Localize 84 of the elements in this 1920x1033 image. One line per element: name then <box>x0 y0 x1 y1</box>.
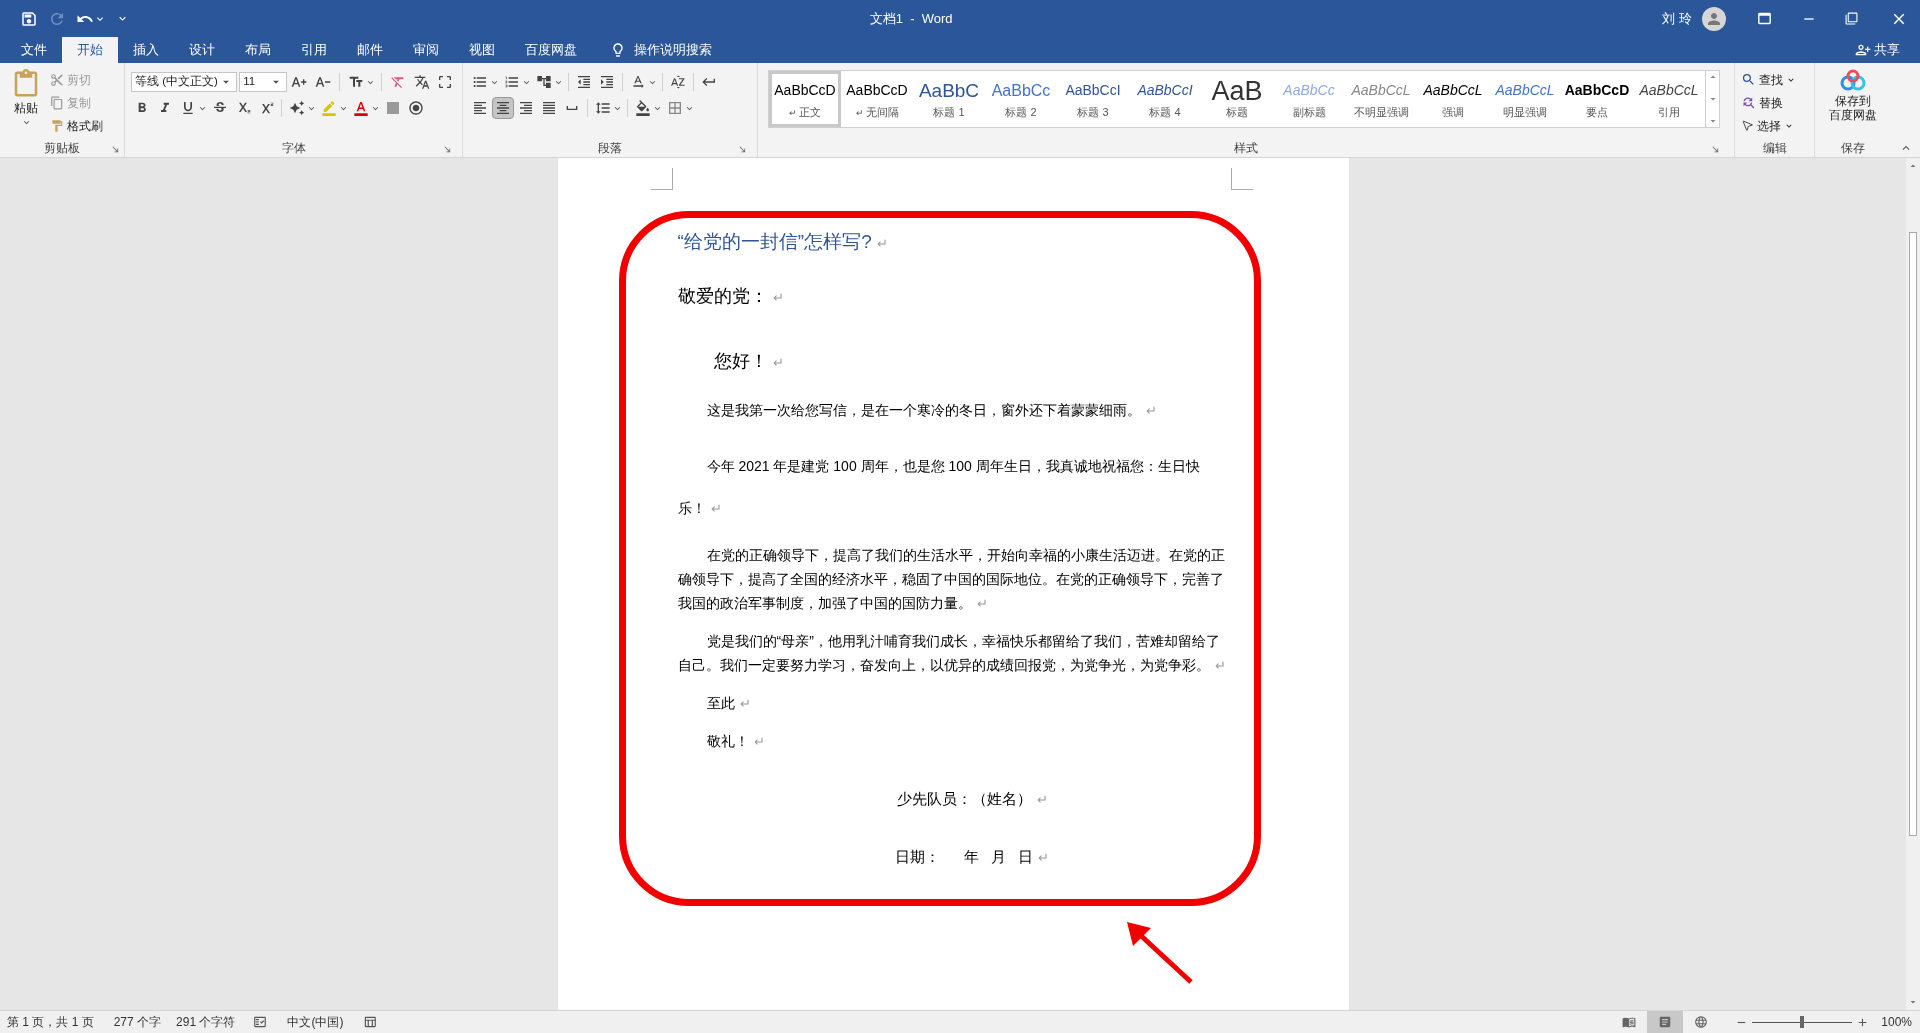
style-item[interactable]: AaBbCcD 要点 <box>1561 71 1633 127</box>
add-person-icon[interactable] <box>1855 42 1871 58</box>
style-item[interactable]: AaB 标题 <box>1201 71 1273 127</box>
ribbon-tab[interactable]: 百度网盘 <box>510 37 592 63</box>
proofing-icon[interactable] <box>253 1015 268 1029</box>
avatar-icon[interactable] <box>1702 6 1726 31</box>
share-button[interactable]: 共享 <box>1855 37 1900 63</box>
replace-icon[interactable] <box>1741 95 1756 110</box>
pointer-icon[interactable] <box>1741 119 1754 132</box>
style-item[interactable]: AaBbCcL 强调 <box>1417 71 1489 127</box>
document-paragraph: 至此 ↵ <box>705 694 752 713</box>
format-painter-button[interactable]: 格式刷 <box>50 115 103 136</box>
tell-me-search[interactable]: 操作说明搜索 <box>634 40 712 60</box>
replace-button[interactable]: 替换 <box>1741 92 1808 113</box>
style-item[interactable]: AaBbCcI 标题 3 <box>1057 71 1129 127</box>
dialog-launcher-icon[interactable] <box>1711 145 1720 154</box>
document-paragraph: 少先队员：（姓名） ↵ <box>895 790 1049 809</box>
page-icon[interactable] <box>1647 1011 1684 1033</box>
word-count[interactable]: 277 个字 <box>113 1013 162 1031</box>
style-item[interactable]: AaBbCcD ↵ 正文 <box>769 71 841 127</box>
group-label: 段落 <box>598 140 622 157</box>
save-icon[interactable] <box>20 9 38 28</box>
document-paragraph: “给党的一封信”怎样写? ↵ <box>677 230 889 254</box>
group-label: 剪贴板 <box>44 140 80 157</box>
ribbon-tab[interactable]: 开始 <box>62 37 118 63</box>
ribbon-tab[interactable]: 布局 <box>230 37 286 63</box>
cloud-rings-icon[interactable] <box>1840 69 1866 91</box>
document-paragraph: 敬礼！ ↵ <box>705 732 766 751</box>
document-paragraph: 在党的正确领导下，提高了我们的生活水平，开始向幸福的小康生活迈进。在党的正确领导下，提高了全国的经济水平，稳固了中国的国际地位。在党的正确领导下，完善了我国的政治军事制度，加强了中国的国防力量。 ↵ <box>677 546 1226 613</box>
scissors-icon[interactable] <box>50 72 64 87</box>
group-label: 编辑 <box>1762 140 1787 157</box>
paste-button[interactable]: 粘贴 <box>8 69 44 139</box>
font-size-dropdown[interactable]: 11 <box>239 72 287 92</box>
table-icon[interactable] <box>363 1015 378 1029</box>
style-item[interactable]: AaBbCcL 明显强调 <box>1489 71 1561 127</box>
ribbon-tab[interactable]: 审阅 <box>398 37 454 63</box>
character-count[interactable]: 291 个字符 <box>176 1013 236 1031</box>
lightbulb-icon[interactable] <box>610 42 626 58</box>
ribbon-tab[interactable]: 视图 <box>454 37 510 63</box>
crop-mark <box>1230 168 1253 190</box>
copy-icon[interactable] <box>50 95 64 110</box>
dialog-launcher-icon[interactable] <box>738 145 747 154</box>
zoom-level[interactable]: 100% <box>1881 1013 1912 1031</box>
style-item[interactable]: AaBbCc 标题 2 <box>985 71 1057 127</box>
scroll-thumb[interactable] <box>1909 232 1917 836</box>
style-item[interactable]: AaBbC 标题 1 <box>913 71 985 127</box>
ribbon-tab[interactable]: 设计 <box>174 37 230 63</box>
style-item[interactable]: AaBbCcI 标题 4 <box>1129 71 1201 127</box>
dialog-launcher-icon[interactable] <box>111 145 120 154</box>
group-label: 保存 <box>1841 140 1865 157</box>
find-button[interactable]: 查找 <box>1741 69 1808 90</box>
restore-icon[interactable] <box>1845 12 1858 25</box>
document-paragraph: 今年 2021 年是建党 100 周年，也是您 100 周年生日，我真诚地祝福您：生日快乐！ ↵ <box>677 457 1201 518</box>
vertical-scrollbar[interactable] <box>1906 158 1920 1010</box>
language-indicator[interactable]: 中文(中国) <box>287 1013 344 1031</box>
zoom-slider[interactable] <box>1752 1016 1853 1028</box>
save-to-cloud-button[interactable]: 保存到 百度网盘 <box>1829 69 1877 139</box>
ribbon-display-icon[interactable] <box>1756 10 1773 27</box>
document-paragraph: 您好！ ↵ <box>712 350 785 373</box>
document-paragraph: 党是我们的“母亲”，他用乳汁哺育我们成长，幸福快乐都留给了我们，苦难却留给了自己。我们一定要努力学习，奋发向上，以优异的成绩回报党，为党争光，为党争彩。 ↵ <box>677 632 1227 675</box>
align-center-icon[interactable] <box>492 97 514 119</box>
crop-mark <box>650 168 673 190</box>
dialog-launcher-icon[interactable] <box>443 145 452 154</box>
window-title: 文档1 - Word <box>869 9 953 28</box>
group-label: 样式 <box>1234 140 1258 157</box>
ribbon-tab[interactable]: 插入 <box>118 37 174 63</box>
document-paragraph: 敬爱的党： ↵ <box>677 285 785 308</box>
style-item[interactable]: AaBbCc 副标题 <box>1273 71 1345 127</box>
font-name-dropdown[interactable]: 等线 (中文正文) <box>131 72 238 92</box>
group-label: 字体 <box>281 140 306 157</box>
ribbon-tab[interactable]: 引用 <box>286 37 342 63</box>
document-paragraph: 日期： 年 月 日 ↵ <box>893 848 1051 867</box>
style-item[interactable]: AaBbCcL 不明显强调 <box>1345 71 1417 127</box>
style-item[interactable]: AaBbCcL 引用 <box>1633 71 1705 127</box>
page-count[interactable]: 第 1 页，共 1 页 <box>7 1013 94 1031</box>
select-button[interactable]: 选择 <box>1741 115 1808 136</box>
ribbon-tab[interactable]: 邮件 <box>342 37 398 63</box>
search-icon[interactable] <box>1741 72 1756 87</box>
user-name: 刘 玲 <box>1662 9 1692 28</box>
annotation-arrow <box>1125 922 1195 986</box>
style-item[interactable]: AaBbCcD ↵ 无间隔 <box>841 71 913 127</box>
document-paragraph: 这是我第一次给您写信，是在一个寒冷的冬日，窗外还下着蒙蒙细雨。 ↵ <box>705 401 1158 420</box>
ribbon-tab[interactable]: 文件 <box>6 37 62 63</box>
gallery-scroll[interactable] <box>1706 70 1720 128</box>
